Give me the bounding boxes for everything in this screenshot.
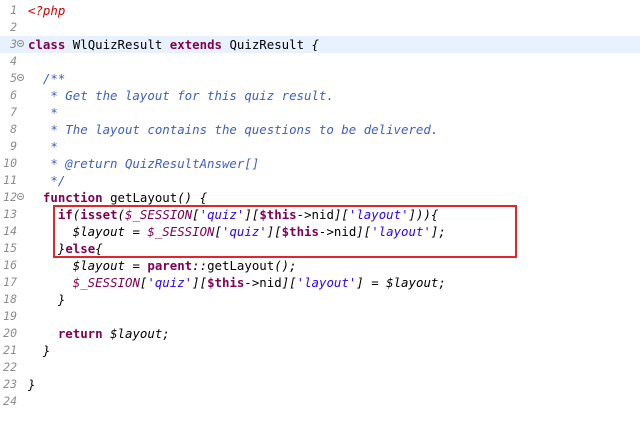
code-line[interactable]: 19 — [0, 308, 640, 325]
line-number: 23 — [3, 377, 17, 391]
line-number: 19 — [3, 309, 17, 323]
line-number: 20 — [3, 326, 17, 340]
code-line[interactable]: 14 $layout = $_SESSION['quiz'][$this->ni… — [0, 223, 640, 240]
code-text: } — [28, 292, 66, 307]
code-line[interactable]: 9 * — [0, 138, 640, 155]
line-number: 2 — [10, 20, 17, 34]
code-line[interactable]: 7 * — [0, 104, 640, 121]
code-line[interactable]: 8 * The layout contains the questions to… — [0, 121, 640, 138]
code-text: $layout = $_SESSION['quiz'][$this->nid][… — [72, 224, 446, 239]
code-line[interactable]: 16 $layout = parent::getLayout(); — [0, 257, 640, 274]
code-line[interactable]: 6 * Get the layout for this quiz result. — [0, 87, 640, 104]
code-line[interactable]: 24 — [0, 393, 640, 410]
code-line[interactable]: 12 function getLayout() { — [0, 189, 640, 206]
line-number: 5 — [10, 71, 17, 85]
line-number: 10 — [3, 156, 17, 170]
line-number: 11 — [3, 173, 17, 187]
code-text: return $layout; — [57, 326, 170, 341]
line-number: 14 — [3, 224, 17, 238]
code-line[interactable]: 5 /** — [0, 70, 640, 87]
code-text: * Get the layout for this quiz result. — [28, 88, 334, 103]
line-number: 18 — [3, 292, 17, 306]
line-number: 17 — [3, 275, 17, 289]
code-text: * The layout contains the questions to b… — [28, 122, 439, 137]
line-number: 6 — [10, 88, 17, 102]
code-line[interactable]: 15 }else{ — [0, 240, 640, 257]
fold-toggle-icon[interactable] — [17, 193, 24, 200]
code-text: } — [28, 377, 36, 392]
code-text: }else{ — [28, 241, 103, 256]
code-line[interactable]: 13 if(isset($_SESSION['quiz'][$this->nid… — [0, 206, 640, 223]
code-line[interactable]: 4 — [0, 53, 640, 70]
line-number: 9 — [10, 139, 17, 153]
code-text: * — [28, 139, 58, 154]
line-number: 7 — [10, 105, 17, 119]
code-text: <?php — [28, 3, 66, 18]
code-text: * — [28, 105, 58, 120]
code-line[interactable]: 17 $_SESSION['quiz'][$this->nid]['layout… — [0, 274, 640, 291]
code-text: if(isset($_SESSION['quiz'][$this->nid]['… — [57, 207, 439, 222]
line-number: 22 — [3, 360, 17, 374]
code-line[interactable]: 18 } — [0, 291, 640, 308]
code-editor[interactable]: 1 <?php 2 3 class WlQuizResult extends QuizR… — [0, 0, 640, 425]
code-text: $layout = parent::getLayout(); — [72, 258, 297, 273]
line-number: 4 — [10, 54, 17, 68]
code-text: } — [28, 343, 51, 358]
line-number: 21 — [3, 343, 17, 357]
line-number: 13 — [3, 207, 17, 221]
code-text: */ — [28, 173, 66, 188]
code-line[interactable]: 23} — [0, 376, 640, 393]
line-number: 1 — [10, 3, 17, 17]
code-line[interactable]: 21 } — [0, 342, 640, 359]
line-number: 15 — [3, 241, 17, 255]
code-line[interactable]: 10 * @return QuizResultAnswer[] — [0, 155, 640, 172]
code-text: $_SESSION['quiz'][$this->nid]['layout'] … — [72, 275, 446, 290]
line-number: 3 — [10, 37, 17, 51]
line-number: 24 — [3, 394, 17, 408]
code-text: class WlQuizResult extends QuizResult { — [28, 37, 319, 52]
code-line[interactable]: 11 */ — [0, 172, 640, 189]
code-line[interactable]: 22 — [0, 359, 640, 376]
code-line[interactable]: 1 <?php — [0, 2, 640, 19]
fold-toggle-icon[interactable] — [17, 74, 24, 81]
code-text: * @return QuizResultAnswer[] — [28, 156, 260, 171]
line-number: 16 — [3, 258, 17, 272]
code-text: function getLayout() { — [42, 190, 208, 205]
code-line[interactable]: 20 return $layout; — [0, 325, 640, 342]
line-number: 8 — [10, 122, 17, 136]
code-line[interactable]: 2 — [0, 19, 640, 36]
fold-toggle-icon[interactable] — [17, 40, 24, 47]
code-text: /** — [28, 71, 66, 86]
line-number: 12 — [3, 190, 17, 204]
code-line[interactable]: 3 class WlQuizResult extends QuizResult { — [0, 36, 640, 53]
